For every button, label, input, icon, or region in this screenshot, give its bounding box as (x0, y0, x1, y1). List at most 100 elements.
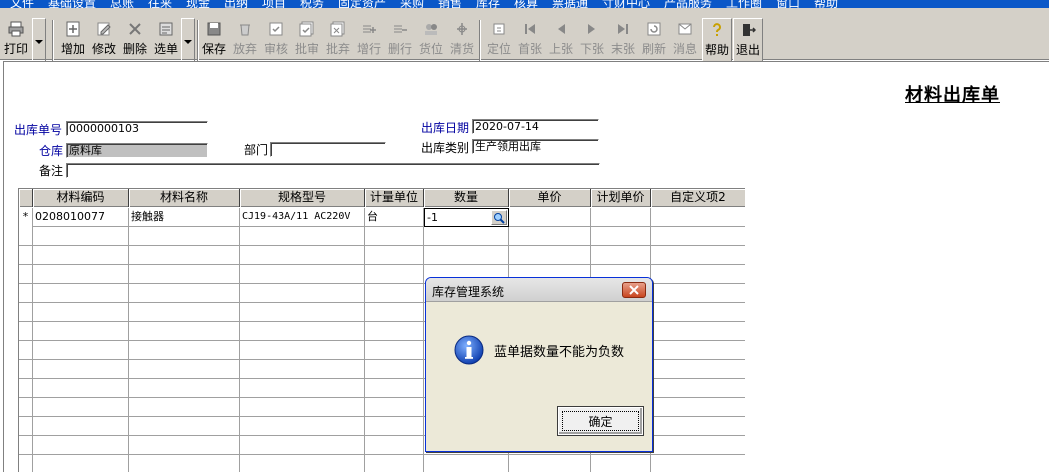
grid-cell[interactable] (651, 436, 745, 455)
grid-cell[interactable] (240, 303, 365, 322)
grid-cell[interactable] (240, 284, 365, 303)
add-row-button[interactable]: 增行 (354, 18, 384, 66)
grid-cell[interactable] (651, 379, 745, 398)
grid-cell[interactable] (129, 246, 240, 265)
grid-cell[interactable] (240, 455, 365, 472)
grid-cell[interactable] (33, 455, 129, 472)
grid-cell[interactable] (240, 322, 365, 341)
out-type-field[interactable]: 生产领用出库 (472, 139, 599, 154)
grid-cell[interactable] (129, 265, 240, 284)
grid-cell[interactable] (424, 227, 509, 246)
grid-cell[interactable] (33, 360, 129, 379)
save-button[interactable]: 保存 (199, 18, 229, 66)
refresh-button[interactable]: 刷新 (639, 18, 669, 66)
grid-cell[interactable] (240, 341, 365, 360)
table-row[interactable] (19, 246, 745, 265)
menu-item[interactable]: 项目 (262, 0, 286, 8)
grid-cell[interactable] (509, 246, 591, 265)
grid-cell[interactable] (365, 284, 424, 303)
table-row[interactable] (19, 455, 745, 472)
grid-cell[interactable] (240, 265, 365, 284)
grid-cell[interactable] (129, 379, 240, 398)
grid-cell[interactable] (33, 341, 129, 360)
menu-item[interactable]: 核算 (514, 0, 538, 8)
warehouse-field[interactable]: 原料库 (66, 143, 208, 158)
menu-item[interactable]: 产品服务 (664, 0, 712, 8)
grid-cell[interactable] (591, 227, 651, 246)
grid-cell[interactable] (651, 284, 745, 303)
cell-price[interactable] (509, 208, 591, 227)
grid-header-unit[interactable]: 计量单位 (365, 189, 424, 207)
first-button[interactable]: 首张 (515, 18, 545, 66)
menu-item[interactable]: 寸财中心 (602, 0, 650, 8)
grid-cell[interactable] (509, 455, 591, 472)
menu-item[interactable]: 往来 (148, 0, 172, 8)
grid-header-code[interactable]: 材料编码 (33, 189, 129, 207)
select-dropdown-button[interactable] (181, 18, 195, 65)
grid-cell[interactable] (651, 417, 745, 436)
dialog-titlebar[interactable]: 库存管理系统 (426, 278, 652, 302)
print-button[interactable]: 打印 (2, 18, 30, 66)
grid-cell[interactable] (240, 246, 365, 265)
grid-cell[interactable] (365, 398, 424, 417)
prev-button[interactable]: 上张 (546, 18, 576, 66)
menu-item[interactable]: 现金 (186, 0, 210, 8)
dialog-close-button[interactable] (622, 282, 646, 298)
grid-header-spec[interactable]: 规格型号 (240, 189, 365, 207)
grid-cell[interactable] (33, 246, 129, 265)
grid-cell[interactable] (240, 398, 365, 417)
grid-cell[interactable] (129, 341, 240, 360)
cell-spec[interactable]: CJ19-43A/11 AC220V (240, 208, 365, 227)
grid-cell[interactable] (240, 379, 365, 398)
cell-plan-price[interactable] (591, 208, 651, 227)
menu-item[interactable]: 基础设置 (48, 0, 96, 8)
menu-item[interactable]: 票据通 (552, 0, 588, 8)
edit-button[interactable]: 修改 (89, 18, 119, 66)
grid-cell[interactable] (129, 303, 240, 322)
grid-cell[interactable] (651, 322, 745, 341)
menu-item[interactable]: 窗口 (776, 0, 800, 8)
grid-cell[interactable] (651, 398, 745, 417)
grid-cell[interactable] (365, 265, 424, 284)
menu-item[interactable]: 采购 (400, 0, 424, 8)
grid-cell[interactable] (591, 455, 651, 472)
grid-cell[interactable] (651, 246, 745, 265)
batch-discard-button[interactable]: 批弃 (323, 18, 353, 66)
grid-cell[interactable] (365, 246, 424, 265)
grid-cell[interactable] (365, 379, 424, 398)
grid-cell[interactable] (129, 360, 240, 379)
cell-custom2[interactable] (651, 208, 745, 227)
locate-button[interactable]: 定位 (484, 18, 514, 66)
grid-cell[interactable] (129, 436, 240, 455)
menu-item[interactable]: 税务 (300, 0, 324, 8)
grid-cell[interactable] (33, 322, 129, 341)
menu-item[interactable]: 工作圈 (726, 0, 762, 8)
grid-cell[interactable] (424, 455, 509, 472)
grid-cell[interactable] (240, 360, 365, 379)
grid-cell[interactable] (651, 303, 745, 322)
cell-name[interactable]: 接触器 (129, 208, 240, 227)
grid-header-name[interactable]: 材料名称 (129, 189, 240, 207)
grid-cell[interactable] (129, 227, 240, 246)
print-dropdown-button[interactable] (32, 18, 46, 65)
grid-cell[interactable] (651, 360, 745, 379)
location-button[interactable]: 货位 (416, 18, 446, 66)
grid-cell[interactable] (240, 436, 365, 455)
grid-cell[interactable] (33, 284, 129, 303)
last-button[interactable]: 末张 (608, 18, 638, 66)
grid-cell[interactable] (365, 436, 424, 455)
menu-item[interactable]: 出纳 (224, 0, 248, 8)
menu-item[interactable]: 销售 (438, 0, 462, 8)
grid-cell[interactable] (651, 265, 745, 284)
select-button[interactable]: 选单 (151, 18, 181, 66)
message-button[interactable]: 消息 (670, 18, 700, 66)
grid-cell[interactable] (365, 455, 424, 472)
delete-button[interactable]: 删除 (120, 18, 150, 66)
menu-item[interactable]: 文件 (10, 0, 34, 8)
menu-item[interactable]: 帮助 (814, 0, 838, 8)
grid-header-plan-price[interactable]: 计划单价 (591, 189, 651, 207)
grid-cell[interactable] (591, 246, 651, 265)
cell-unit[interactable]: 台 (365, 208, 424, 227)
grid-cell[interactable] (129, 322, 240, 341)
discard-button[interactable]: 放弃 (230, 18, 260, 66)
